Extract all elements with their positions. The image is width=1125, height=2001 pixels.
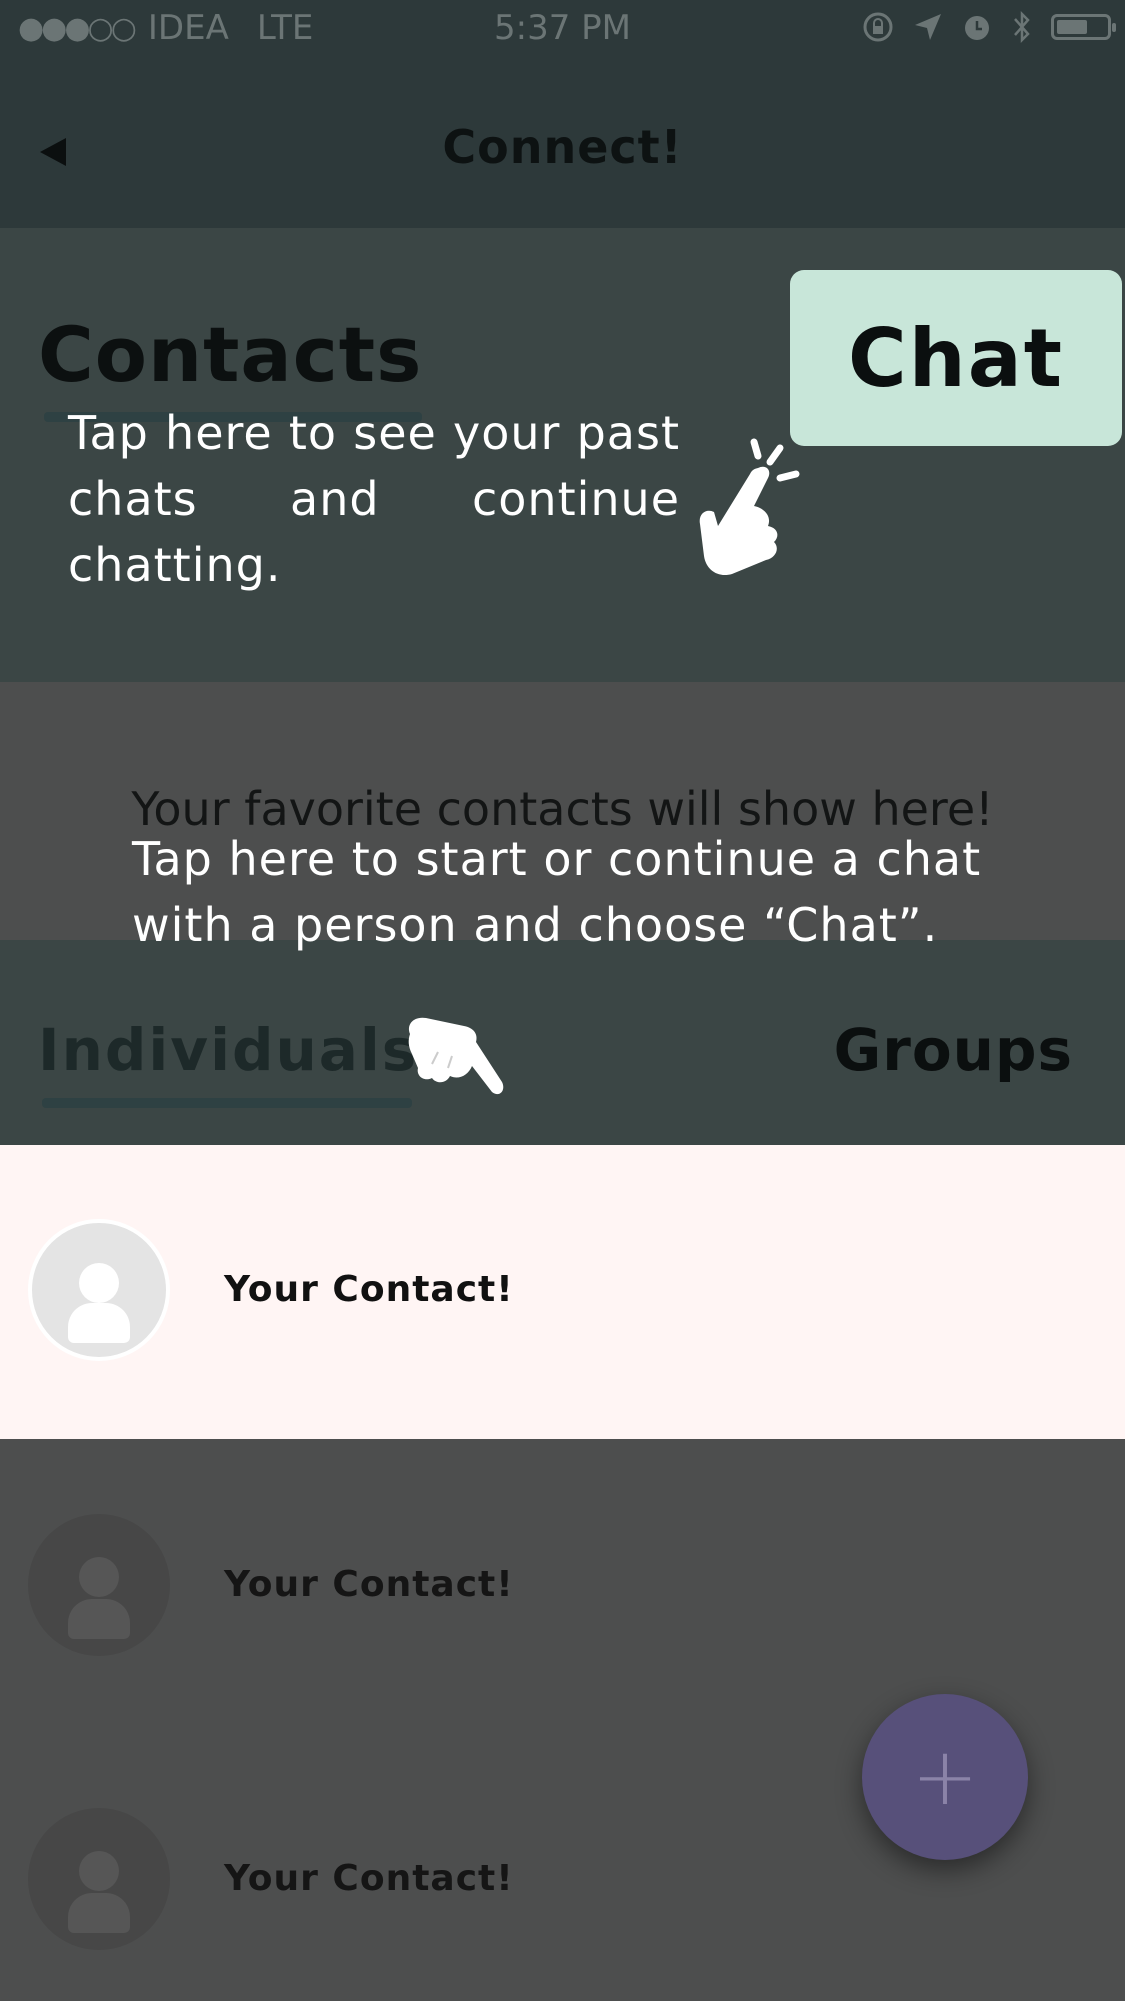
contact-name: Your Contact! (224, 1564, 514, 1605)
tab-individuals[interactable]: Individuals (38, 1016, 418, 1084)
contact-name: Your Contact! (224, 1858, 514, 1899)
location-arrow-icon (915, 14, 941, 40)
page-title: Connect! (442, 120, 683, 174)
person-icon-body (68, 1599, 130, 1640)
contact-name: Your Contact! (224, 1269, 514, 1310)
person-icon-body (68, 1893, 130, 1934)
battery-icon (1051, 14, 1116, 40)
status-bar: ●●●○○ IDEA LTE 5:37 PM (0, 0, 1125, 60)
alarm-icon (965, 16, 989, 40)
app-screen: ●●●○○ IDEA LTE 5:37 PM Connect! Contacts… (0, 0, 1125, 2001)
plus-icon: + (911, 1730, 979, 1823)
tab-active-indicator (42, 1098, 412, 1108)
contact-row[interactable]: Your Contact! (0, 1440, 1125, 1734)
contact-row-highlighted[interactable]: Your Contact! (0, 1145, 1125, 1439)
pointing-hand-icon (699, 438, 800, 576)
chat-tip-text: Tap here to see your past chats and cont… (68, 406, 680, 592)
person-tip-text: Tap here to start or continue a chat wit… (132, 832, 982, 952)
bluetooth-icon (1014, 10, 1030, 44)
tab-bar: Individuals Groups (0, 940, 1125, 1145)
nav-bar: Connect! (0, 60, 1125, 228)
avatar (28, 1808, 170, 1950)
status-right (861, 10, 1116, 44)
avatar (28, 1219, 170, 1361)
person-icon-head (79, 1556, 119, 1597)
person-icon-head (79, 1263, 119, 1304)
tab-groups[interactable]: Groups (834, 1016, 1073, 1084)
chat-button[interactable]: Chat (790, 270, 1122, 446)
avatar (28, 1514, 170, 1656)
pointing-hand-icon (408, 1017, 504, 1095)
person-icon-head (79, 1850, 119, 1891)
contacts-title: Contacts (38, 310, 423, 399)
rotation-lock-icon (863, 12, 893, 42)
add-button[interactable]: + (862, 1694, 1028, 1860)
person-icon-body (68, 1303, 130, 1344)
